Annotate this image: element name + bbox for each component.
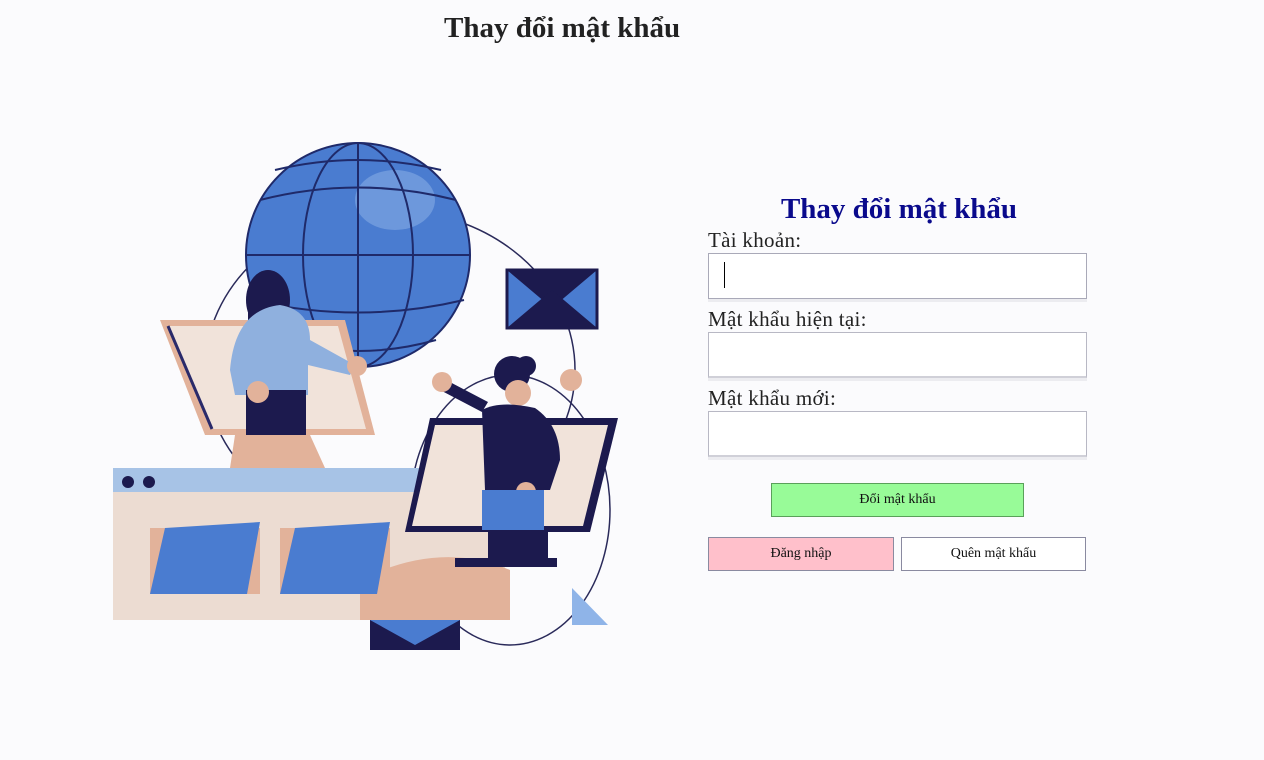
page-title: Thay đổi mật khẩu: [444, 12, 681, 44]
current-password-label: Mật khẩu hiện tại:: [708, 307, 867, 331]
change-password-form: Thay đổi mật khẩu Tài khoản: Mật khẩu hi…: [708, 190, 1088, 465]
login-button[interactable]: Đăng nhập: [708, 537, 894, 571]
form-title: Thay đổi mật khẩu: [780, 193, 1018, 225]
text-caret: [724, 262, 725, 288]
account-label: Tài khoản:: [708, 228, 802, 252]
decor-dot: [560, 369, 582, 391]
decor-triangle: [572, 588, 608, 625]
envelope-icon: [505, 268, 599, 330]
new-password-input[interactable]: [708, 411, 1087, 457]
forgot-password-button[interactable]: Quên mật khẩu: [901, 537, 1086, 571]
envelope-bottom-icon: [370, 620, 460, 650]
current-password-input[interactable]: [708, 332, 1087, 378]
network-illustration: [113, 142, 618, 650]
change-password-page: Thay đổi mật khẩu Thay đổi mật khẩu Tài …: [0, 0, 1264, 760]
new-password-label: Mật khẩu mới:: [708, 386, 837, 410]
account-input[interactable]: [708, 253, 1087, 299]
change-password-button[interactable]: Đổi mật khẩu: [771, 483, 1024, 517]
